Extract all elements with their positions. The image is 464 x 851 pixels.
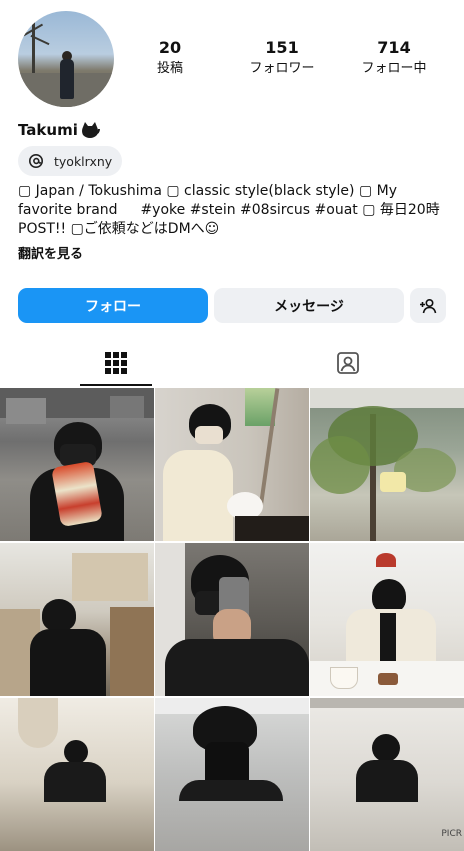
post-thumbnail[interactable] <box>155 388 309 541</box>
bio: ▢ Japan / Tokushima ▢ classic style(blac… <box>18 182 448 239</box>
add-person-icon <box>420 298 437 313</box>
cat-icon <box>81 122 100 138</box>
post-thumbnail[interactable] <box>310 543 464 696</box>
grid-icon <box>105 352 127 374</box>
stat-following[interactable]: 714 フォロー中 <box>349 38 439 79</box>
message-button[interactable]: メッセージ <box>214 288 404 323</box>
tagged-person-icon <box>337 352 359 374</box>
stat-following-value: 714 <box>377 38 411 57</box>
profile-header: 20 投稿 151 フォロワー 714 フォロー中 <box>0 0 464 115</box>
post-thumbnail[interactable] <box>0 698 154 851</box>
stat-posts-value: 20 <box>158 38 182 57</box>
username: Takumi <box>18 121 78 139</box>
threads-icon <box>29 154 43 168</box>
tab-tagged[interactable] <box>232 340 464 386</box>
threads-handle: tyoklrxny <box>54 153 113 169</box>
avatar[interactable] <box>18 11 114 107</box>
post-thumbnail[interactable] <box>0 543 154 696</box>
follow-button[interactable]: フォロー <box>18 288 208 323</box>
post-thumbnail[interactable]: PICR <box>310 698 464 851</box>
stat-followers[interactable]: 151 フォロワー <box>237 38 327 79</box>
translate-link[interactable]: 翻訳を見る <box>18 243 83 262</box>
bio-line: POST!! ▢ご依頼などはDMへ☺ <box>18 221 220 237</box>
stat-followers-label: フォロワー <box>249 61 315 76</box>
stat-followers-value: 151 <box>265 38 299 57</box>
threads-badge[interactable]: tyoklrxny <box>18 146 122 176</box>
bio-line: favorite brand #yoke #stein #08sircus #o… <box>18 202 440 218</box>
stat-posts[interactable]: 20 投稿 <box>125 38 215 79</box>
stat-posts-label: 投稿 <box>156 61 183 76</box>
suggested-users-button[interactable] <box>410 288 446 323</box>
bio-line: ▢ Japan / Tokushima ▢ classic style(blac… <box>18 183 397 199</box>
post-thumbnail[interactable] <box>155 543 309 696</box>
post-thumbnail[interactable] <box>155 698 309 851</box>
grid-watermark: PICR <box>441 829 462 839</box>
post-thumbnail[interactable] <box>310 388 464 541</box>
active-tab-indicator <box>80 384 152 386</box>
post-grid: PICR <box>0 388 464 851</box>
stat-following-label: フォロー中 <box>361 61 427 76</box>
tab-posts-grid[interactable] <box>0 340 232 386</box>
username-row: Takumi <box>18 121 100 139</box>
profile-tabs <box>0 340 464 386</box>
post-thumbnail[interactable] <box>0 388 154 541</box>
